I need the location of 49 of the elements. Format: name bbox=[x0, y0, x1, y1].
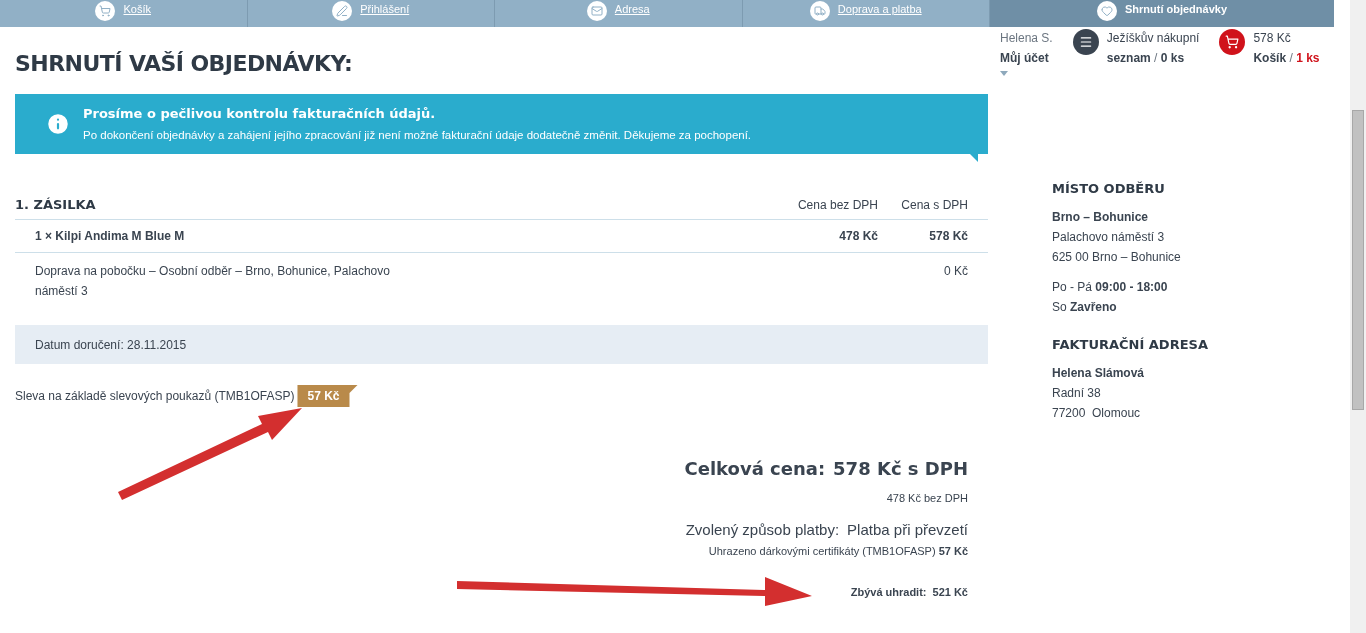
checkout-step[interactable]: Košík bbox=[123, 1, 151, 18]
pickup-name: Brno – Bohunice bbox=[1052, 209, 1149, 226]
remaining-amount: 521 Kč bbox=[932, 584, 968, 600]
column-header: Cena bez DPH bbox=[796, 196, 878, 214]
wishlist-title[interactable]: Ježíškův nákupní bbox=[1106, 29, 1200, 47]
discount-tag: 57 Kč bbox=[297, 385, 358, 407]
pickup-title: MÍSTO ODBĚRU bbox=[1052, 180, 1166, 198]
price-cell-text: 478 Kč bbox=[838, 228, 878, 245]
remaining-label: Zbývá uhradit: bbox=[850, 584, 927, 600]
net-price: 478 Kč bez DPH bbox=[886, 491, 968, 506]
checkout-step[interactable]: Adresa bbox=[614, 1, 650, 18]
payment-label: Zvolený způsob platby: bbox=[685, 519, 840, 540]
checkout-step[interactable]: Přihlášení bbox=[360, 1, 410, 18]
shipment-title: 1. ZÁSILKA bbox=[15, 195, 97, 214]
cart-label[interactable]: Košík bbox=[1253, 51, 1287, 65]
checkout-step[interactable]: Shrnutí objednávky bbox=[1124, 1, 1228, 18]
scrollbar[interactable] bbox=[1350, 0, 1366, 633]
account-link[interactable]: Můj účet bbox=[1000, 49, 1053, 67]
list-icon[interactable] bbox=[1072, 29, 1099, 55]
discount-label: Sleva na základě slevových poukazů (TMB1OFASP) bbox=[15, 388, 295, 405]
info-icon bbox=[45, 111, 71, 137]
address-line: 77200 Olomouc bbox=[1052, 405, 1142, 422]
payment-method: Platba při převzetí bbox=[847, 519, 968, 540]
delivery-date: Datum doručení: 28.11.2015 bbox=[35, 336, 187, 354]
user-name: Helena S. bbox=[1000, 30, 1053, 47]
total-label: Celková cena: bbox=[684, 457, 826, 481]
shipping-description: Doprava na pobočku – Osobní odběr – Brno, Bohunice, Palachovo náměstí 3 bbox=[34, 263, 391, 300]
opening-hours: Po - Pá 09:00 - 18:00 bbox=[1052, 279, 1169, 296]
billing-title: FAKTURAČNÍ ADRESA bbox=[1052, 336, 1209, 354]
price-cell-text: 578 Kč bbox=[928, 228, 969, 245]
page-title: SHRNUTÍ VAŠÍ OBJEDNÁVKY: bbox=[15, 50, 354, 78]
wishlist-label[interactable]: seznam bbox=[1106, 51, 1151, 65]
address-line: 625 00 Brno – Bohunice bbox=[1052, 249, 1182, 266]
cart-count: / 1 ks bbox=[1288, 51, 1320, 65]
cart-icon[interactable] bbox=[1219, 29, 1246, 55]
column-header: Cena s DPH bbox=[900, 196, 969, 214]
caret-icon bbox=[1000, 71, 1008, 76]
wishlist-count: / 0 ks bbox=[1153, 51, 1185, 65]
cart-price: 578 Kč bbox=[1253, 30, 1292, 47]
certificates-note: Uhrazeno dárkovými certifikáty (TMB1OFASP) 57 Kč bbox=[708, 544, 968, 559]
product-name: 1 × Kilpi Andima M Blue M bbox=[34, 228, 186, 245]
price-cell-text: 0 Kč bbox=[943, 263, 969, 280]
notice-text: Po dokončení objednávky a zahájení jejího zpracování již není možné fakturační údaje dodatečně změnit. Děkujeme za pochopení. bbox=[83, 127, 752, 143]
total-price: 578 Kč s DPH bbox=[833, 457, 968, 481]
address-line: Radní 38 bbox=[1052, 385, 1102, 402]
address-line: Palachovo náměstí 3 bbox=[1052, 229, 1166, 246]
billing-name: Helena Slámová bbox=[1052, 365, 1146, 382]
notice-heading: Prosíme o pečlivou kontrolu fakturačních údajů. bbox=[83, 105, 437, 124]
opening-hours: So Zavřeno bbox=[1052, 299, 1118, 316]
